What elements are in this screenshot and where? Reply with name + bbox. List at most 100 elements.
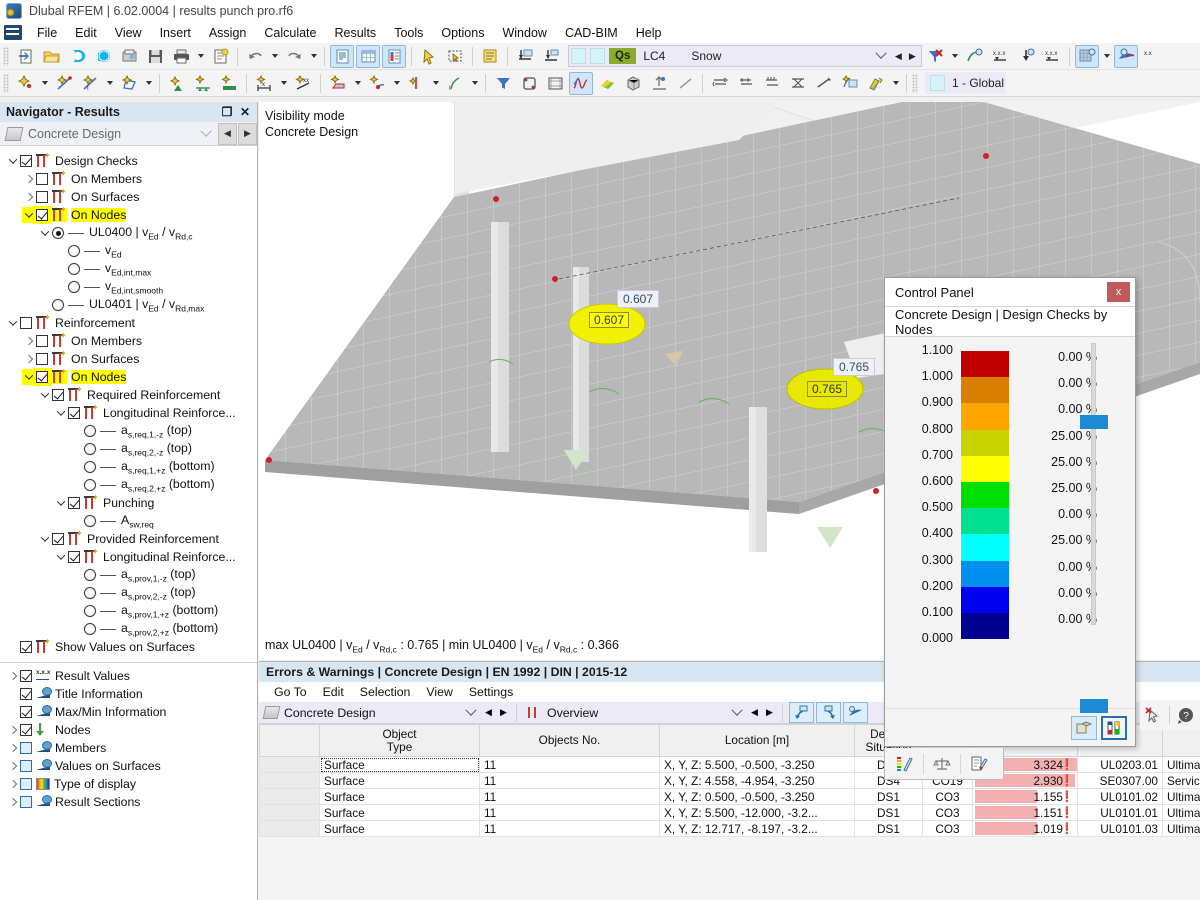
menu-item-calculate[interactable]: Calculate [255, 24, 325, 42]
load-insert-button[interactable] [513, 45, 537, 68]
free-load-caret[interactable] [390, 72, 403, 95]
tree-item[interactable]: Nodes [0, 721, 257, 739]
cell-location[interactable]: X, Y, Z: 5.500, -0.500, -3.250 [660, 757, 855, 773]
table-row[interactable]: Surface11X, Y, Z: 5.500, -0.500, -3.250D… [260, 757, 1200, 773]
navigator-prev-button[interactable]: ◀ [218, 123, 237, 145]
new-line-with-length-button[interactable]: I [78, 72, 102, 95]
cell-design-check[interactable]: UL0101.03 [1078, 821, 1163, 837]
load-case-combo[interactable]: Qs LC4 Snow ◀ ▶ [568, 45, 922, 67]
tree-item[interactable]: Title Information [0, 685, 257, 703]
module-next-button[interactable]: ▶ [496, 703, 511, 723]
legend-color-swatch[interactable] [961, 482, 1009, 508]
cell-objects-no[interactable]: 11 [480, 821, 660, 837]
tree-item[interactable]: Max/Min Information [0, 703, 257, 721]
cell-loading[interactable]: CO3 [923, 789, 973, 805]
cell-limit-state[interactable]: Ultimate Lim [1163, 789, 1200, 805]
menu-item-tools[interactable]: Tools [385, 24, 432, 42]
tree-checkbox-checked[interactable] [68, 407, 80, 419]
tree-checkbox[interactable] [36, 173, 48, 185]
show-deformation-button[interactable] [962, 45, 986, 68]
menu-item-assign[interactable]: Assign [200, 24, 256, 42]
tree-item[interactable]: ✦On Members [0, 332, 257, 350]
toolbar-grip-2[interactable] [3, 74, 9, 93]
tree-radio[interactable] [84, 587, 96, 599]
cell-design-situation[interactable]: DS1 [855, 805, 923, 821]
tree-checkbox[interactable] [20, 317, 32, 329]
tree-radio[interactable] [84, 605, 96, 617]
new-node-caret[interactable] [38, 72, 51, 95]
cell-location[interactable]: X, Y, Z: 4.558, -4.954, -3.250 [660, 773, 855, 789]
redo-dropdown-caret[interactable] [307, 45, 320, 68]
expander-closed-icon[interactable] [6, 758, 20, 774]
tree-item[interactable]: ✦On Members [0, 170, 257, 188]
move-view-button[interactable] [647, 72, 671, 95]
panel-color-scale-button[interactable] [1101, 716, 1127, 740]
tree-checkbox-checked[interactable] [20, 724, 32, 736]
nodal-load-caret[interactable] [277, 72, 290, 95]
new-nodal-support-button[interactable] [165, 72, 189, 95]
tree-item[interactable]: Type of display [0, 775, 257, 793]
new-line-caret[interactable] [103, 72, 116, 95]
cell-design-check[interactable]: UL0203.01 [1078, 757, 1163, 773]
menu-item-cad-bim[interactable]: CAD-BIM [556, 24, 627, 42]
perspective-view-button[interactable] [621, 72, 645, 95]
print-button[interactable] [169, 45, 193, 68]
render-dropdown-caret[interactable] [1100, 45, 1113, 68]
new-report-button[interactable] [208, 45, 232, 68]
cell-object-type[interactable]: Surface [320, 805, 480, 821]
tree-item[interactable]: Values on Surfaces [0, 757, 257, 775]
menu-item-window[interactable]: Window [493, 24, 555, 42]
cloud-open-button[interactable] [65, 45, 89, 68]
navigator-combo[interactable]: Concrete Design ◀ ▶ [0, 122, 257, 146]
view-combo-chevron-icon[interactable] [727, 702, 747, 723]
help-icon[interactable]: ? [1173, 703, 1199, 727]
tree-checkbox-checked[interactable] [36, 371, 48, 383]
tree-item[interactable]: Result Sections [0, 793, 257, 811]
render-surfaces-button[interactable] [1075, 45, 1099, 68]
tree-item[interactable]: as,req,1,+z (bottom) [0, 458, 257, 476]
new-model-button[interactable] [13, 45, 37, 68]
tree-radio[interactable] [52, 299, 64, 311]
new-free-load-button[interactable] [365, 72, 389, 95]
tree-item[interactable]: ✦Punching [0, 494, 257, 512]
expander-open-icon[interactable] [38, 387, 52, 403]
tree-item[interactable]: ✦Design Checks [0, 152, 257, 170]
delete-results-button[interactable] [923, 45, 947, 68]
cell-loading[interactable]: CO3 [923, 821, 973, 837]
go-to-next-button[interactable] [816, 702, 841, 723]
cell-design-check[interactable]: UL0101.01 [1078, 805, 1163, 821]
menu-item-view[interactable]: View [106, 24, 151, 42]
col-objects-no[interactable]: Objects No. [480, 725, 660, 757]
control-panel-close-button[interactable]: x [1107, 282, 1130, 302]
cell-ratio[interactable]: 1.151❗ [973, 805, 1078, 821]
legend-color-swatch[interactable] [961, 508, 1009, 534]
tree-checkbox-checked[interactable] [20, 670, 32, 682]
cell-object-type[interactable]: Surface [320, 757, 480, 773]
tree-checkbox-checked[interactable] [68, 551, 80, 563]
cell-objects-no[interactable]: 11 [480, 773, 660, 789]
new-line-button[interactable] [52, 72, 76, 95]
navigator-float-icon[interactable]: ❐ [218, 103, 236, 121]
new-surface-button[interactable] [117, 72, 141, 95]
redo-button[interactable] [282, 45, 306, 68]
result-diagram-b-button[interactable] [734, 72, 758, 95]
open-file-button[interactable] [39, 45, 63, 68]
go-to-previous-button[interactable] [789, 702, 814, 723]
expander-closed-icon[interactable] [6, 794, 20, 810]
legend-color-swatch[interactable] [961, 587, 1009, 613]
xxx-surfaces-button[interactable]: x.x [1140, 45, 1164, 68]
tree-checkbox-checked[interactable] [20, 688, 32, 700]
legend-color-swatch[interactable] [961, 351, 1009, 377]
tree-item[interactable]: ✦Show Values on Surfaces [0, 638, 257, 656]
new-line-support-button[interactable] [191, 72, 215, 95]
tree-checkbox[interactable] [36, 191, 48, 203]
color-gradient-button[interactable] [595, 72, 619, 95]
select-objects-button[interactable] [417, 45, 441, 68]
col-rowindex[interactable] [260, 725, 320, 757]
section-cut-button[interactable] [812, 72, 836, 95]
tree-checkbox[interactable] [36, 353, 48, 365]
cell-limit-state[interactable]: Ultimate Lim [1163, 757, 1200, 773]
menu-item-edit[interactable]: Edit [66, 24, 106, 42]
tree-item[interactable]: ✦On Nodes [0, 206, 257, 224]
show-in-model-button[interactable] [843, 702, 868, 723]
